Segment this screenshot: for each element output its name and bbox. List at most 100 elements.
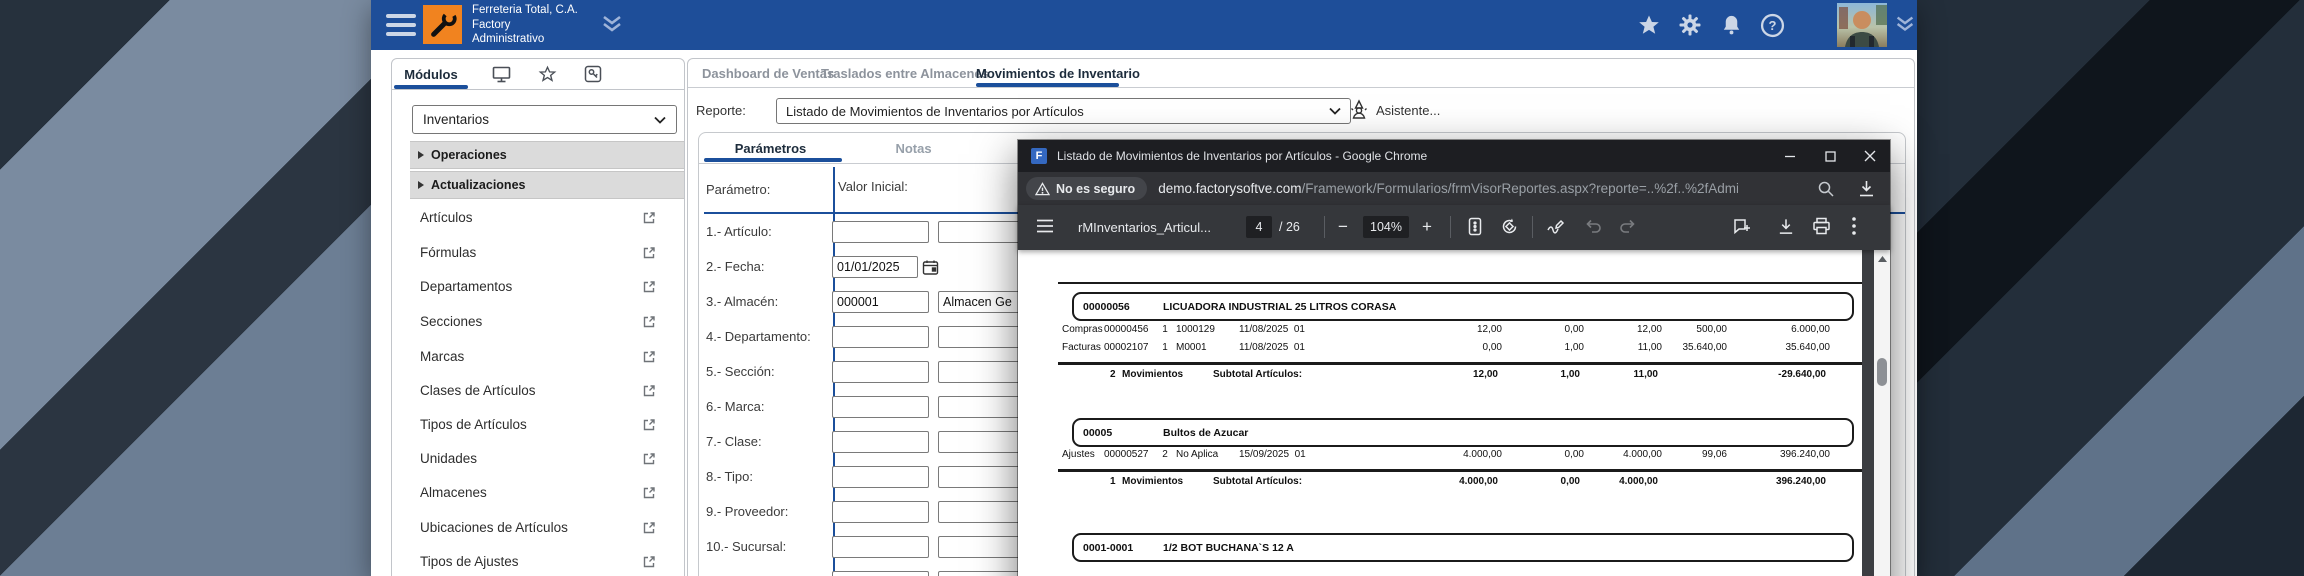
security-badge[interactable]: No es seguro [1026,177,1148,200]
articulo-input-1[interactable] [832,221,929,243]
sidebar-item-tipos-articulos[interactable]: Tipos de Artículos [392,414,684,438]
app-header: Ferreteria Total, C.A. Factory Administr… [371,0,1917,50]
external-link-icon [643,385,655,397]
user-menu-chevron-icon[interactable] [1893,13,1917,35]
sidebar-item-marcas[interactable]: Marcas [392,346,684,370]
tipo-input-1[interactable] [832,466,929,488]
tab-traslados-almacenes[interactable]: Traslados entre Almacenes [821,59,989,87]
window-titlebar[interactable]: F Listado de Movimientos de Inventarios … [1018,140,1890,172]
scroll-up-arrow[interactable] [1874,252,1890,266]
assistant-button[interactable]: Asistente... [1376,103,1440,118]
page-number-input[interactable]: 4 [1246,216,1272,238]
sidebar-item-tipos-ajustes[interactable]: Tipos de Ajustes [392,551,684,575]
page-count: / 26 [1279,220,1300,234]
rotate-icon[interactable] [1500,217,1519,236]
seccion-input-1[interactable] [832,361,929,383]
user-avatar[interactable] [1837,3,1887,47]
accordion-actualizaciones[interactable]: Actualizaciones [410,171,684,199]
sidebar-item-ubicaciones[interactable]: Ubicaciones de Artículos [392,517,684,541]
external-link-icon [643,556,655,568]
annotate-pen-icon[interactable] [1546,217,1566,236]
sidebar-item-secciones[interactable]: Secciones [392,311,684,335]
marca-input-1[interactable] [832,396,929,418]
hamburger-menu-icon[interactable] [379,9,423,41]
settings-gear-icon[interactable] [1677,12,1703,38]
sucursal-input-1[interactable] [832,536,929,558]
minimize-button[interactable] [1770,140,1810,172]
sidebar-panel: Módulos Inventarios Operaciones Actualiz… [391,58,685,576]
zoom-out-button[interactable]: − [1331,215,1355,239]
more-options-icon[interactable] [1851,216,1857,236]
operacion-input-1[interactable] [832,571,929,576]
favorites-star-icon[interactable] [1636,12,1662,38]
wizard-assistant-icon[interactable] [1348,99,1370,121]
wrench-icon [430,10,457,37]
departamento-input-1[interactable] [832,326,929,348]
subtotal-row: 1 Movimientos Subtotal Artículos: 4.000,… [1110,476,1826,487]
tab-desktop-icon[interactable] [486,62,516,86]
app-title: Ferreteria Total, C.A. Factory Administr… [472,4,578,45]
external-link-icon [643,247,655,259]
sidebar-item-almacenes[interactable]: Almacenes [392,482,684,506]
external-link-icon [643,522,655,534]
factory-favicon: F [1031,148,1047,164]
article-header-box: 00000056 LICUADORA INDUSTRIAL 25 LITROS … [1072,292,1854,321]
download-url-icon[interactable] [1857,179,1876,198]
sidebar-item-formulas[interactable]: Fórmulas [392,242,684,266]
tab-permissions-icon[interactable] [578,62,608,86]
movement-row: Compras 00000456 1 1000129 11/08/2025 01 12,0… [1062,324,1830,335]
param-label-articulo: 1.- Artículo: [706,224,772,239]
calendar-button[interactable] [921,256,942,278]
collapse-header-icon[interactable] [599,13,625,35]
tab-dashboard-ventas[interactable]: Dashboard de Ventas [702,59,834,87]
accordion-operaciones[interactable]: Operaciones [410,141,684,169]
add-annotation-icon[interactable] [1732,217,1751,236]
fecha-input[interactable] [832,256,918,278]
chevron-down-icon [1329,107,1341,115]
fit-page-icon[interactable] [1468,217,1482,236]
param-label-marca: 6.- Marca: [706,399,765,414]
undo-icon[interactable] [1584,218,1602,234]
pdf-viewport: 00000056 LICUADORA INDUSTRIAL 25 LITROS … [1018,250,1890,576]
help-icon[interactable]: ? [1759,12,1785,38]
proveedor-input-1[interactable] [832,501,929,523]
param-label-sucursal: 10.- Sucursal: [706,539,787,554]
address-url[interactable]: demo.factorysoftve.com/Framework/Formula… [1158,181,1738,196]
sidebar-item-articulos[interactable]: Artículos [392,207,684,231]
module-select[interactable]: Inventarios [412,105,677,134]
pdf-menu-icon[interactable] [1036,218,1054,234]
maximize-button[interactable] [1810,140,1850,172]
external-link-icon [643,351,655,363]
header-actions: ? [1636,0,1785,50]
zoom-search-icon[interactable] [1817,180,1835,198]
sidebar-item-unidades[interactable]: Unidades [392,448,684,472]
print-icon[interactable] [1812,217,1831,235]
sidebar-item-departamentos[interactable]: Departamentos [392,276,684,300]
report-select[interactable]: Listado de Movimientos de Inventarios po… [776,98,1351,124]
notifications-bell-icon[interactable] [1718,12,1744,38]
param-label-seccion: 5.- Sección: [706,364,775,379]
pdf-scrollbar[interactable] [1874,250,1890,576]
external-link-icon [643,316,655,328]
zoom-in-button[interactable]: + [1415,215,1439,239]
tab-favorites-icon[interactable] [532,62,562,86]
external-link-icon [643,487,655,499]
pdf-download-icon[interactable] [1777,217,1795,236]
triangle-right-icon [418,181,424,189]
tab-notas[interactable]: Notas [842,133,985,163]
redo-icon[interactable] [1619,218,1637,234]
close-button[interactable] [1850,140,1890,172]
svg-text:?: ? [1768,18,1776,33]
chrome-popup-window: F Listado de Movimientos de Inventarios … [1018,140,1890,576]
zoom-level[interactable]: 104% [1363,216,1409,238]
scrollbar-thumb[interactable] [1877,358,1887,386]
clase-input-1[interactable] [832,431,929,453]
sidebar-item-clases[interactable]: Clases de Artículos [392,380,684,404]
param-label-proveedor: 9.- Proveedor: [706,504,789,519]
movement-row: Ajustes 00000527 2 No Aplica 15/09/2025 01 4.… [1062,449,1830,460]
company-logo [423,5,462,44]
external-link-icon [643,212,655,224]
almacen-code-input[interactable] [832,291,929,313]
param-label-clase: 7.- Clase: [706,434,762,449]
desktop-background: Ferreteria Total, C.A. Factory Administr… [0,0,2304,576]
